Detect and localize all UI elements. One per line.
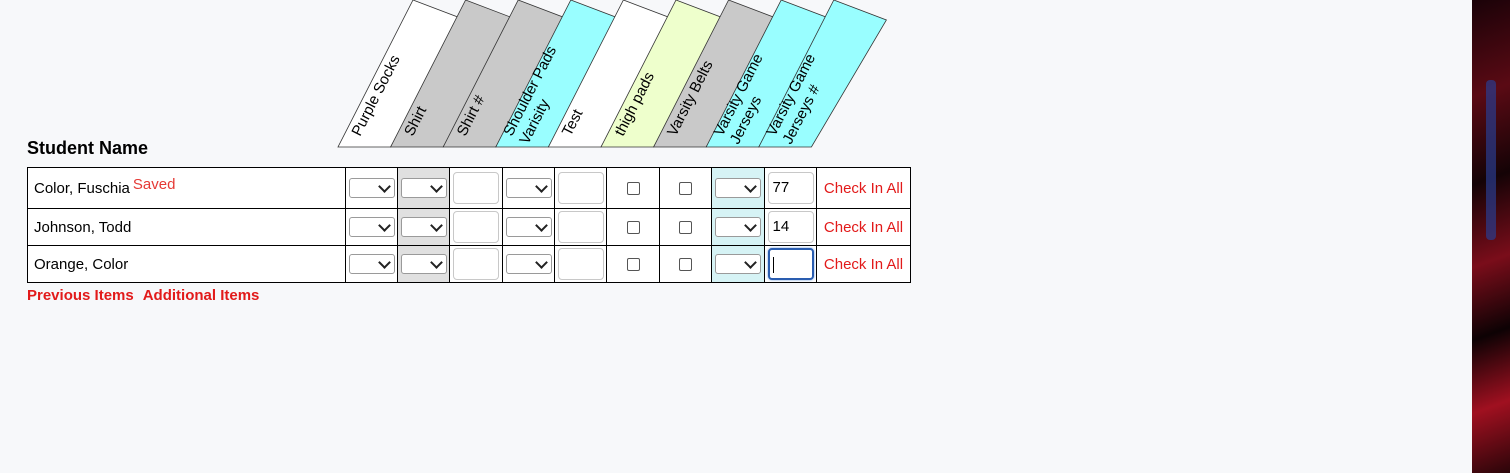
shirt-select[interactable] — [400, 254, 447, 274]
shirt-select[interactable] — [400, 178, 447, 198]
table-row: Color, Fuschia Saved 77 Check In All — [27, 167, 911, 209]
purple-socks-select[interactable] — [348, 254, 395, 274]
chevron-down-icon — [429, 180, 443, 193]
chevron-down-icon — [377, 180, 391, 193]
student-name-cell: Orange, Color — [27, 245, 346, 283]
check-in-all-link[interactable]: Check In All — [824, 219, 903, 236]
student-name: Orange, Color — [34, 255, 129, 273]
student-name: Johnson, Todd — [34, 218, 132, 236]
purple-socks-select[interactable] — [348, 217, 395, 237]
purple-socks-select[interactable] — [348, 178, 395, 198]
chevron-down-icon — [744, 256, 757, 269]
shirt-number-input[interactable] — [453, 248, 499, 280]
chevron-down-icon — [377, 219, 391, 232]
varsity-jerseys-select[interactable] — [715, 217, 761, 237]
table-row: Orange, Color Check In All — [27, 245, 911, 283]
shirt-number-input[interactable] — [453, 172, 499, 204]
chevron-down-icon — [429, 219, 443, 232]
shirt-select[interactable] — [400, 217, 447, 237]
jersey-number-input[interactable]: 77 — [767, 172, 814, 204]
previous-items-link[interactable]: Previous Items — [27, 287, 134, 304]
varsity-belts-checkbox[interactable] — [679, 221, 692, 235]
additional-items-link[interactable]: Additional Items — [143, 287, 260, 304]
check-in-all-link[interactable]: Check In All — [824, 180, 903, 197]
varsity-jerseys-select[interactable] — [715, 178, 761, 198]
text-caret — [772, 257, 774, 274]
jersey-number-input[interactable] — [767, 248, 814, 280]
saved-status: Saved — [132, 175, 176, 193]
roster-table: Color, Fuschia Saved 77 Check In All John… — [27, 167, 911, 283]
check-in-all-link[interactable]: Check In All — [824, 256, 903, 273]
footer-links: Previous Items Additional Items — [27, 287, 268, 304]
student-name-cell: Johnson, Todd — [27, 208, 346, 246]
column-headers: Purple SocksShirt Shirt # Shoulder PadsVar… — [337, 0, 887, 148]
thigh-pads-checkbox[interactable] — [626, 258, 640, 272]
chevron-down-icon — [744, 219, 757, 232]
test-input[interactable] — [557, 248, 604, 280]
jersey-number-input[interactable]: 14 — [767, 211, 814, 243]
chevron-down-icon — [377, 256, 391, 269]
chevron-down-icon — [534, 180, 548, 193]
shoulder-pads-select[interactable] — [505, 254, 552, 274]
test-input[interactable] — [557, 211, 604, 243]
background-image-strip — [1472, 0, 1510, 473]
shirt-number-input[interactable] — [453, 211, 499, 243]
student-name-cell: Color, Fuschia Saved — [27, 167, 346, 209]
student-name-header: Student Name — [27, 138, 149, 158]
thigh-pads-checkbox[interactable] — [626, 221, 640, 235]
chevron-down-icon — [744, 180, 757, 193]
chevron-down-icon — [429, 256, 443, 269]
varsity-belts-checkbox[interactable] — [679, 258, 692, 272]
chevron-down-icon — [534, 219, 548, 232]
varsity-jerseys-select[interactable] — [715, 254, 761, 274]
table-row: Johnson, Todd 14 Check In All — [27, 208, 911, 246]
page: Purple Socks Shirt Shirt # Shoulder Pads Var… — [0, 0, 1510, 473]
shoulder-pads-select[interactable] — [505, 217, 552, 237]
thigh-pads-checkbox[interactable] — [626, 182, 640, 196]
student-name: Color, Fuschia — [34, 179, 130, 197]
test-input[interactable] — [557, 172, 604, 204]
varsity-belts-checkbox[interactable] — [679, 182, 692, 196]
shoulder-pads-select[interactable] — [505, 178, 552, 198]
chevron-down-icon — [534, 256, 548, 269]
